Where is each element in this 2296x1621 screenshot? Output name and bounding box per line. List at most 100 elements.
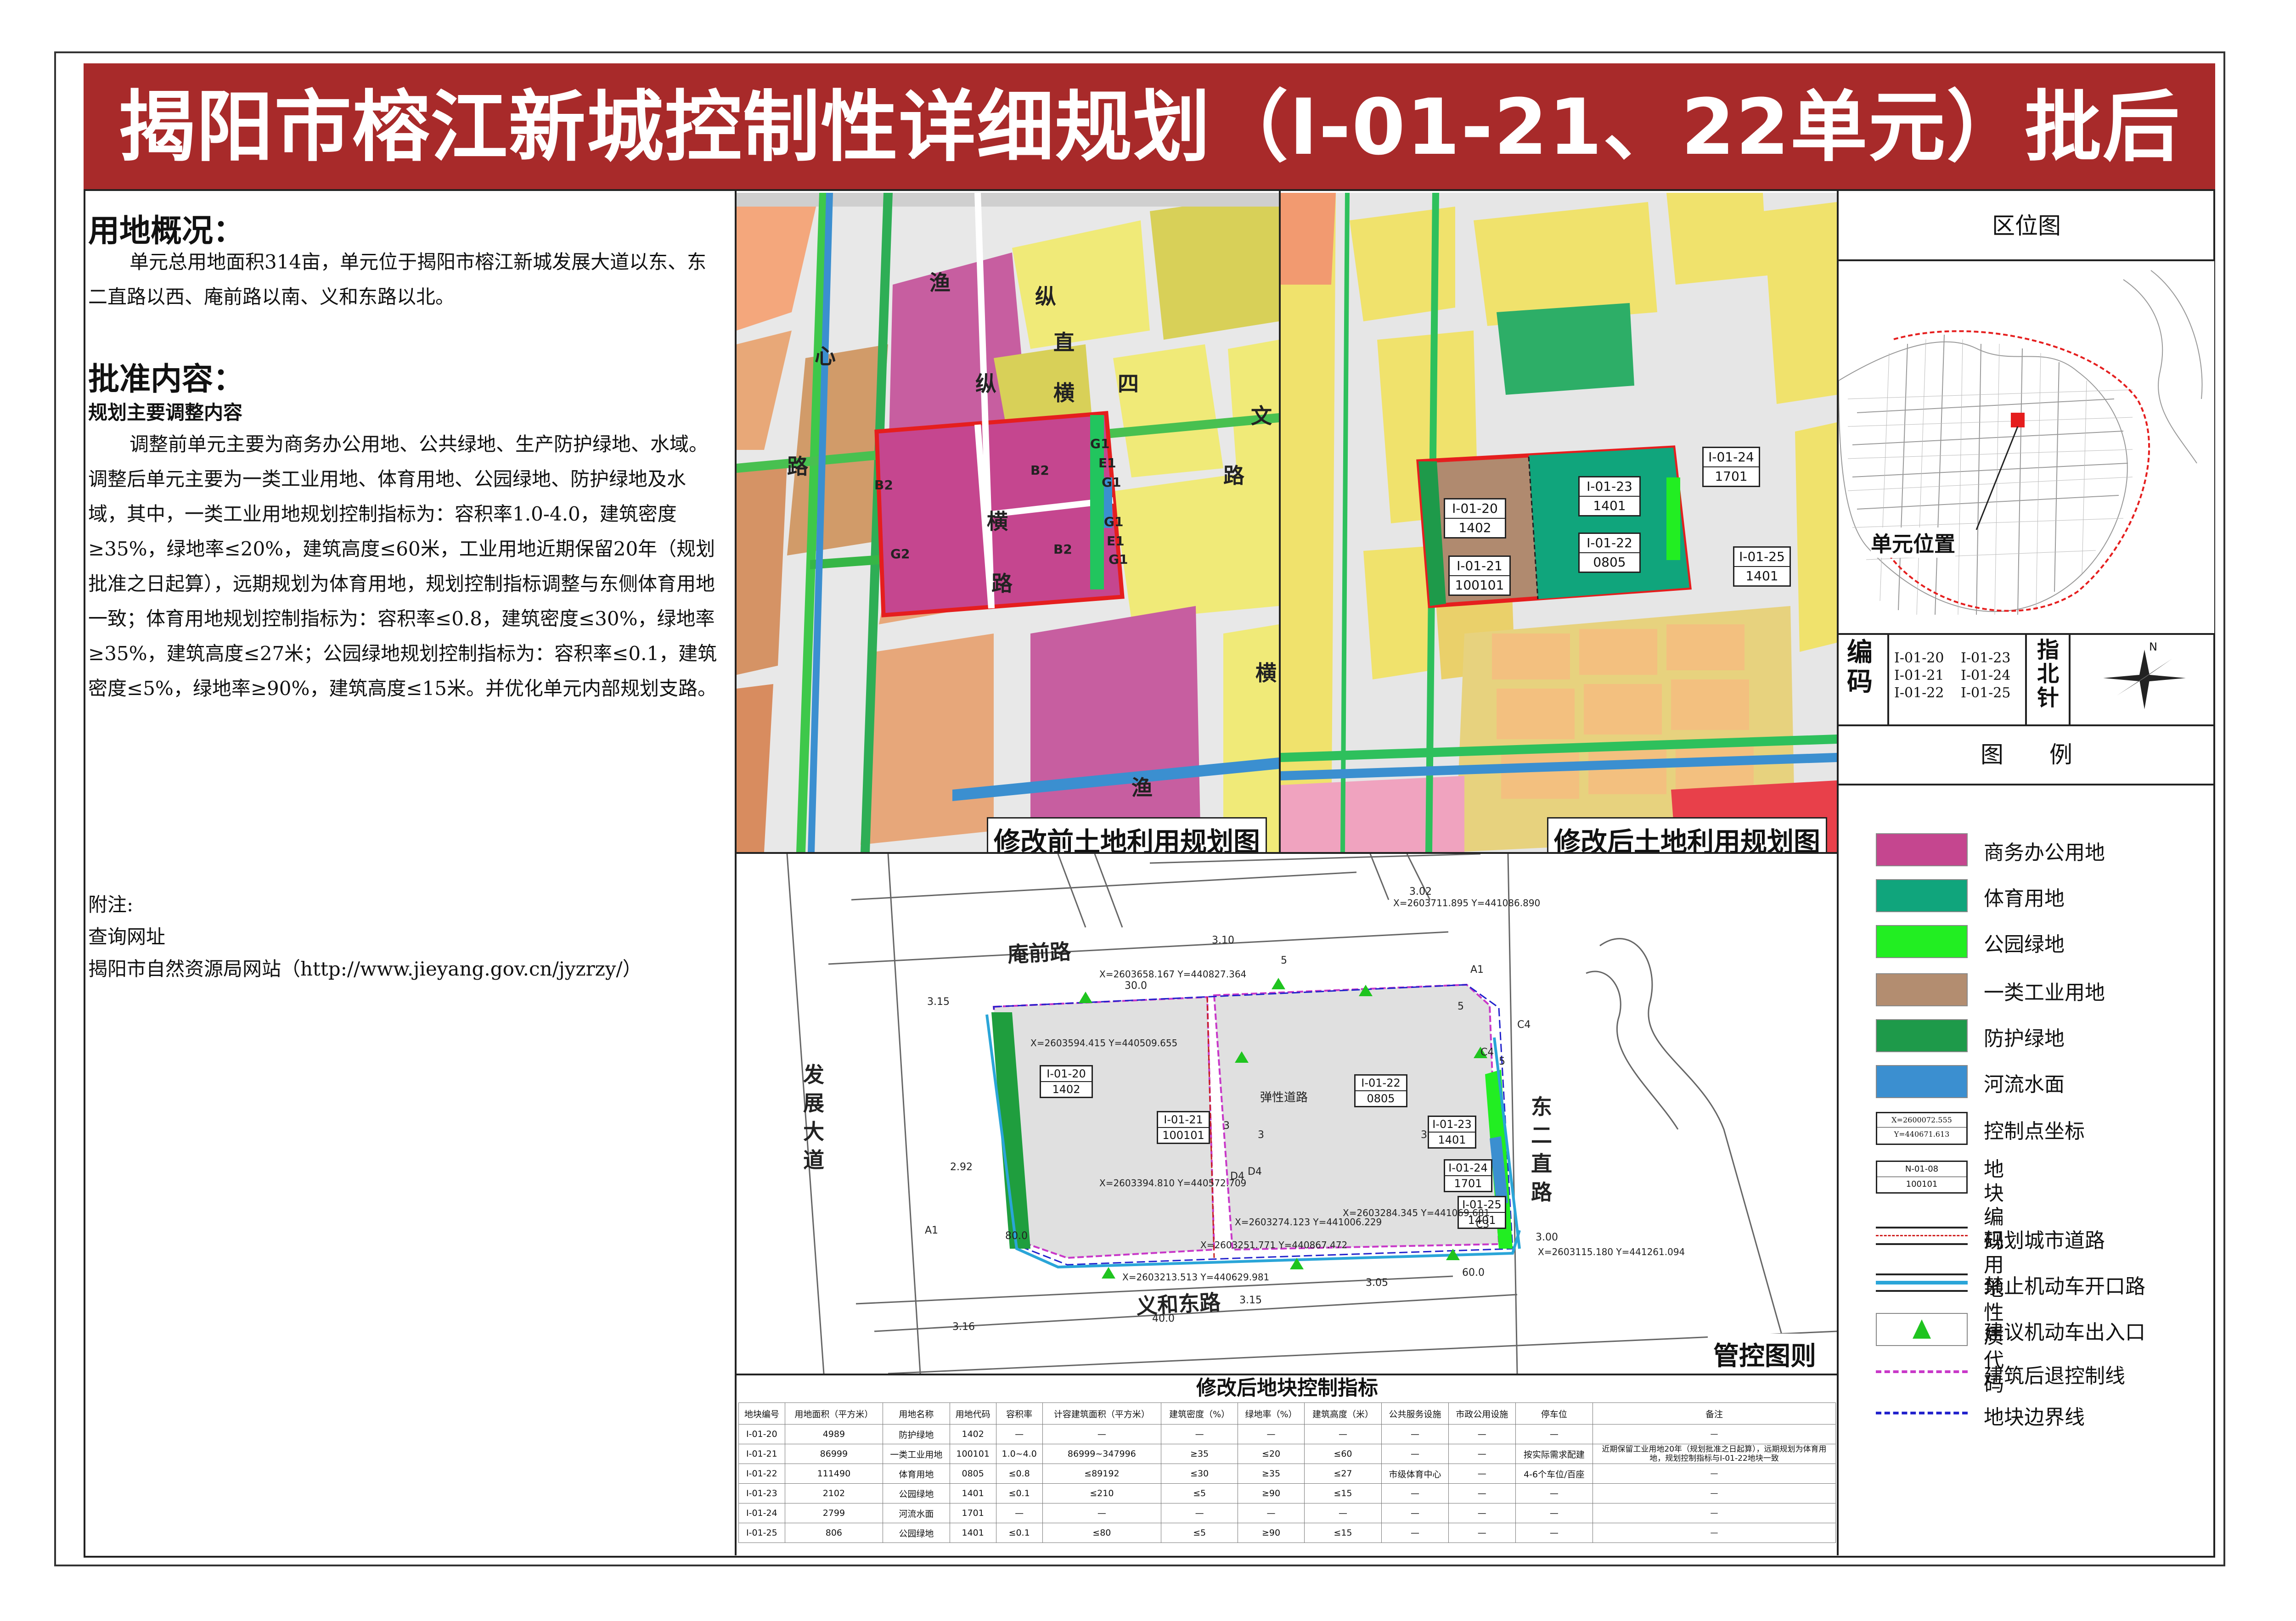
table-cell: — (1304, 1503, 1382, 1523)
table-cell: ≤5 (1161, 1483, 1238, 1503)
table-cell: — (1042, 1424, 1162, 1444)
compass-label: 指北针 (2037, 637, 2059, 711)
table-cell: 公园绿地 (883, 1483, 950, 1503)
before-road-label: 文 (1251, 404, 1272, 428)
before-label: G2 (890, 546, 910, 561)
legend-label: 建议机动车出入口 (1984, 1321, 2145, 1344)
code-list-left: I-01-20 I-01-21 I-01-22 (1894, 650, 1944, 701)
control-mark: 3.02 (1409, 886, 1432, 897)
control-coord: X=2603658.167 Y=440827.364 (1099, 969, 1247, 980)
table-cell: 按实际需求配建 (1515, 1444, 1593, 1464)
table-cell: — (1042, 1503, 1162, 1523)
table-cell: 1401 (949, 1523, 996, 1543)
before-label: G1 (1109, 552, 1128, 567)
table-cell: — (996, 1424, 1043, 1444)
control-road-east: 东二直路 (1531, 1094, 1552, 1205)
table-cell: ≤0.1 (996, 1523, 1043, 1543)
table-cell: — (996, 1503, 1043, 1523)
before-label: B2 (1030, 463, 1049, 478)
table-cell: — (1593, 1523, 1836, 1543)
unit-position-label: 单元位置 (1871, 527, 1955, 558)
table-header: 用地代码 (949, 1402, 996, 1425)
table-cell: 0805 (949, 1464, 996, 1484)
table-row: I-01-25 806 公园绿地 1401 ≤0.1 ≤80 ≤5 ≥90 ≤15— — — — (738, 1523, 1836, 1543)
after-parcel-I-01-22: I-01-22 0805 (1578, 533, 1641, 573)
legend-label: 商务办公用地 (1984, 841, 2105, 864)
table-header: 停车位 (1515, 1402, 1593, 1425)
table-row: I-01-23 2102 公园绿地 1401 ≤0.1 ≤210 ≤5 ≥90 ≤15— — — — (738, 1483, 1836, 1503)
table-cell: — (1593, 1483, 1836, 1503)
control-mark: D4 (1248, 1166, 1262, 1178)
table-cell: I-01-22 (738, 1464, 785, 1484)
control-coord: X=2603115.180 Y=441261.094 (1538, 1246, 1685, 1257)
table-cell: ≤20 (1238, 1444, 1305, 1464)
control-coord: X=2603251.771 Y=440867.472 (1200, 1240, 1348, 1251)
location-title: 区位图 (1992, 213, 2061, 239)
control-mark: 3.15 (1239, 1295, 1262, 1306)
table-cell: ≥35 (1161, 1444, 1238, 1464)
before-label: G1 (1102, 475, 1121, 490)
control-road-inner: 弹性道路 (1260, 1091, 1308, 1105)
before-road-label: 纵 (1035, 284, 1056, 309)
legend-swatch (1876, 925, 1968, 958)
table-header: 用地名称 (883, 1402, 950, 1425)
control-index-table: 地块编号 用地面积（平方米） 用地名称 用地代码 容积率 计容建筑面积（平方米）… (738, 1402, 1836, 1543)
control-parcel-I-01-23: I-01-23 1401 (1428, 1116, 1476, 1149)
control-mark: 5 (1458, 1001, 1464, 1012)
before-map-caption: 修改前土地利用规划图 (987, 817, 1267, 852)
before-road-label: 纵 (975, 371, 996, 396)
table-header: 用地面积（平方米） (784, 1402, 884, 1425)
table-cell: 公园绿地 (883, 1523, 950, 1543)
table-cell: — (1515, 1503, 1593, 1523)
before-road-label: 横 (987, 509, 1008, 534)
table-row: I-01-22 111490 体育用地 0805 ≤0.8 ≤89192 ≤30 ≥35 ≤27… (738, 1464, 1836, 1484)
table-cell: 河流水面 (883, 1503, 950, 1523)
control-mark: 40.0 (1152, 1313, 1175, 1324)
appendix-query: 查询网址 (88, 925, 166, 948)
table-cell: 4989 (784, 1424, 884, 1444)
table-cell: 1.0~4.0 (996, 1444, 1043, 1464)
appendix-site[interactable]: 揭阳市自然资源局网站（http://www.jieyang.gov.cn/jyz… (88, 952, 724, 987)
control-mark: 3 (1421, 1129, 1427, 1141)
table-cell: 市级体育中心 (1381, 1464, 1449, 1484)
table-cell: ≥35 (1238, 1464, 1305, 1484)
legend-swatch (1876, 973, 1968, 1006)
table-cell: 4-6个车位/百座 (1515, 1464, 1593, 1484)
table-cell: 近期保留工业用地20年（规划批准之日起算），远期规划为体育用地，规划控制指标与I… (1593, 1444, 1836, 1464)
table-cell: ≤80 (1042, 1523, 1162, 1543)
before-road-label: 路 (1223, 463, 1244, 488)
table-cell: ≤89192 (1042, 1464, 1162, 1484)
table-title: 修改后地块控制指标 (1196, 1376, 1378, 1400)
code-divider-3 (2069, 635, 2071, 724)
table-cell: — (1381, 1523, 1449, 1543)
control-mark: 5 (1281, 955, 1287, 966)
control-mark: 5 (1499, 1056, 1505, 1067)
before-label: G1 (1104, 514, 1124, 529)
control-mark: A1 (925, 1225, 939, 1236)
page-title: 揭阳市榕江新城控制性详细规划（I-01-21、22单元）批后公告 (118, 82, 2181, 300)
before-road-label: 四 (1118, 371, 1139, 396)
table-cell: ≤5 (1161, 1523, 1238, 1543)
control-road-south: 义和东路 (1135, 1290, 1221, 1319)
table-cell: 1401 (949, 1483, 996, 1503)
table-header: 计容建筑面积（平方米） (1042, 1402, 1162, 1425)
control-mark: D4 (1230, 1171, 1244, 1182)
control-mark: 3.10 (1212, 935, 1234, 946)
table-cell: — (1448, 1523, 1516, 1543)
after-parcel-I-01-25: I-01-25 1401 (1733, 546, 1791, 587)
control-mark: 3.15 (927, 996, 950, 1008)
approval-subheading: 规划主要调整内容 (88, 401, 243, 424)
control-mark: 3.16 (952, 1321, 975, 1333)
control-coord: X=2603594.415 Y=440509.655 (1030, 1038, 1178, 1049)
legend-title: 图 例 (1981, 741, 2072, 768)
table-header: 建筑高度（米） (1304, 1402, 1382, 1425)
before-road-label: 心 (815, 344, 836, 369)
control-mark: 60.0 (1462, 1267, 1485, 1279)
control-mark: 3 (1258, 1129, 1264, 1141)
legend-label: 地块边界线 (1984, 1406, 2085, 1429)
table-cell: 2102 (784, 1483, 884, 1503)
control-mark: C4 (1517, 1019, 1531, 1031)
overview-text: 单元总用地面积314亩，单元位于揭阳市榕江新城发展大道以东、东二直路以西、庵前路… (88, 251, 707, 308)
legend-swatch (1876, 1019, 1968, 1052)
control-coord: X=2603284.345 Y=441069.681 (1343, 1207, 1490, 1218)
